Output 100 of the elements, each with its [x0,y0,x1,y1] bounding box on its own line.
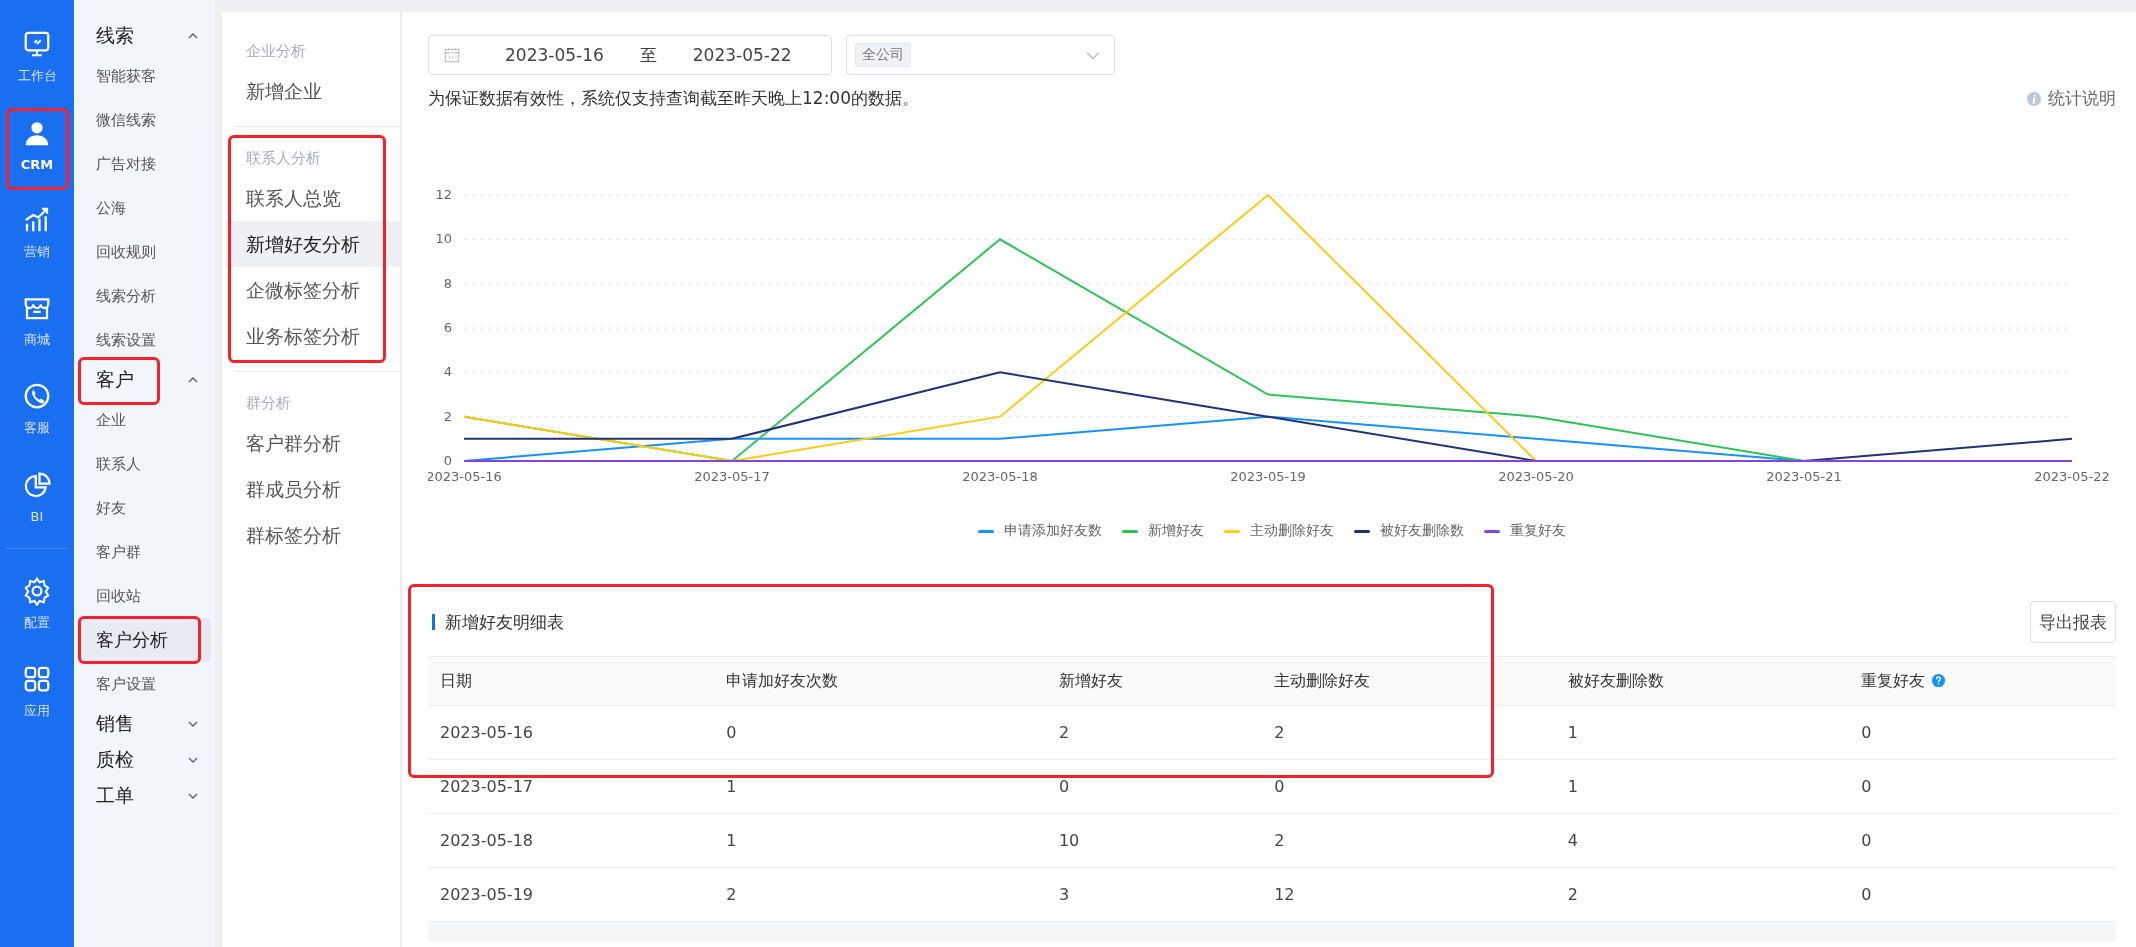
section-title: 联系人分析 [245,148,322,169]
y-tick-label: 2 [443,408,452,424]
selected-tag: 全公司 [855,43,911,67]
x-tick-label: 2023-05-20 [1498,469,1574,484]
sidebar-group-header[interactable]: 线索 [74,18,215,54]
rail-label: 营销 [24,243,50,261]
submenu-item[interactable]: 新增企业 [222,68,400,114]
table-title: 新增好友明细表 [432,614,564,630]
x-tick-label: 2023-05-22 [2034,469,2110,484]
rail-label: CRM [20,156,54,172]
sidebar-item[interactable]: 客户设置 [74,662,211,706]
x-tick-label: 2023-05-16 [428,469,502,484]
sidebar-item[interactable]: 公海 [74,186,211,230]
sidebar-group-header[interactable]: 销售 [74,706,215,742]
table-cell: 0 [1262,759,1556,814]
sidebar-item[interactable]: 微信线索 [74,98,211,142]
table-cell: 0 [1849,867,2116,922]
sidebar-item[interactable]: 企业 [74,398,211,442]
submenu-item[interactable]: 企微标签分析 [222,267,400,313]
table-cell: 0 [1849,813,2116,868]
rail-nav-item[interactable]: BI [0,458,74,536]
table-cell: 10 [1046,813,1263,868]
table-cell: 0 [1849,705,2116,760]
legend-item[interactable]: 被好友删除数 [1354,522,1464,540]
date-range-field[interactable]: 2023-05-16 至 2023-05-22 [428,35,832,75]
scope-select[interactable]: 全公司 [846,35,1115,75]
column-header: 重复好友 [1849,656,2116,706]
export-button[interactable]: 导出报表 [2030,601,2116,643]
section-title: 企业分析 [245,41,307,62]
column-header: 日期 [428,656,715,706]
submenu-item[interactable]: 群成员分析 [222,466,400,512]
table-cell: 3 [1046,867,1263,922]
x-tick-label: 2023-05-21 [1766,469,1842,484]
group-label: 客户 [96,367,134,393]
y-tick-label: 6 [443,320,452,335]
table-cell: 2023-05-19 [428,867,715,922]
table-cell: 2023-05-18 [428,813,715,868]
submenu-item[interactable]: 客户群分析 [222,420,400,466]
notice-text: 为保证数据有效性，系统仅支持查询截至昨天晚上12:00的数据。 [428,87,919,110]
legend-item[interactable]: 新增好友 [1122,522,1204,540]
legend-item[interactable]: 主动删除好友 [1224,522,1334,540]
rail-nav-item[interactable]: 配置 [0,565,74,643]
rail-nav-item[interactable]: 应用 [0,653,74,731]
sidebar-group-header[interactable]: 工单 [74,778,215,814]
group-label: 销售 [96,711,134,736]
group-label: 线索 [96,23,134,48]
x-tick-label: 2023-05-17 [694,469,770,484]
rail-label: 配置 [24,614,50,632]
rail-label: 工作台 [17,67,57,85]
table-cell: 0 [1849,759,2116,814]
sidebar-item[interactable]: 线索分析 [74,274,211,318]
x-tick-label: 2023-05-19 [1230,469,1306,484]
rail-label: 客服 [24,419,50,437]
group-label: 质检 [96,747,134,772]
stats-help-link[interactable]: 统计说明 [2026,87,2116,110]
sidebar-item[interactable]: 联系人 [74,442,211,486]
table-cell: 12 [1262,867,1556,922]
legend-item[interactable]: 申请添加好友数 [978,522,1102,540]
sidebar-item[interactable]: 智能获客 [74,54,211,98]
rail-nav-item[interactable]: 商城 [0,282,74,360]
column-header: 新增好友 [1046,656,1263,706]
section-title: 群分析 [245,393,292,414]
rail-label: 商城 [24,331,50,349]
table-cell: 0 [714,705,1047,760]
y-tick-label: 12 [435,187,452,202]
sidebar-group-header[interactable]: 质检 [74,742,215,778]
rail-label: BI [30,508,44,524]
submenu-item[interactable]: 业务标签分析 [222,313,400,359]
table-cell: 4 [1555,813,1850,868]
sidebar-item[interactable]: 回收站 [74,574,211,618]
submenu-item[interactable]: 群标签分析 [222,512,400,558]
submenu-item[interactable]: 联系人总览 [222,175,400,221]
table-cell: 2 [1555,867,1850,922]
table-cell: 2 [1262,705,1556,760]
sidebar-item[interactable]: 回收规则 [74,230,211,274]
rail-nav-item[interactable]: 营销 [0,194,74,272]
x-tick-label: 2023-05-18 [962,469,1038,484]
rail-nav-item[interactable]: CRM [0,106,74,184]
table-cell: 2 [1046,705,1263,760]
table-cell: 2023-05-16 [428,705,715,760]
y-tick-label: 4 [443,364,452,380]
sidebar-item[interactable]: 广告对接 [74,142,211,186]
table-cell: 2023-05-17 [428,759,715,814]
sidebar-group-header[interactable]: 客户 [74,362,215,398]
sidebar-item[interactable]: 线索设置 [74,318,211,362]
rail-nav-item[interactable]: 工作台 [0,18,74,96]
table-cell: 1 [714,759,1047,814]
column-header: 申请加好友次数 [714,656,1047,706]
submenu-item[interactable]: 新增好友分析 [226,221,400,267]
y-tick-label: 10 [435,231,452,247]
sidebar-item[interactable]: 客户群 [74,530,211,574]
table-cell: 2 [714,867,1047,922]
group-label: 工单 [96,783,134,808]
sidebar-item[interactable]: 好友 [74,486,211,530]
y-tick-label: 0 [443,453,452,468]
rail-nav-item[interactable]: 客服 [0,370,74,448]
table-cell: 1 [714,813,1047,868]
range-separator: 至 [639,43,657,67]
legend-item[interactable]: 重复好友 [1484,522,1566,540]
end-date: 2023-05-22 [692,45,792,65]
